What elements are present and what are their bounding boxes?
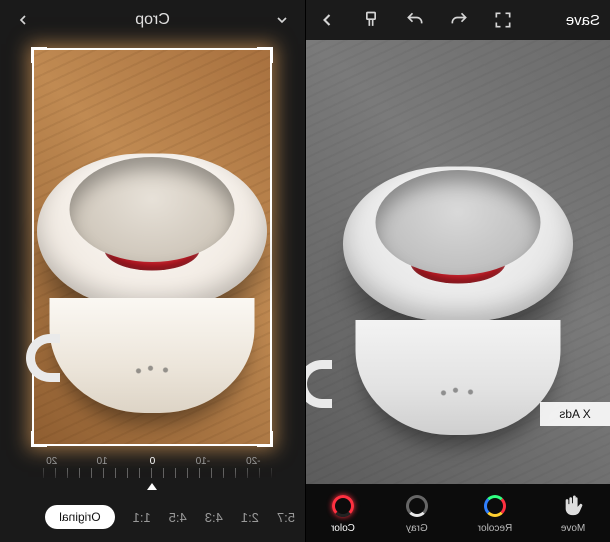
ratio-original[interactable]: Original xyxy=(45,505,114,529)
dial-tick: 10 xyxy=(97,456,108,467)
editor-canvas[interactable]: X Ads xyxy=(306,40,610,484)
crop-top-bar: Crop xyxy=(0,0,305,40)
ads-close-label[interactable]: X Ads xyxy=(540,402,610,426)
gray-icon xyxy=(404,493,430,519)
editor-top-bar: Save xyxy=(306,0,610,40)
aspect-ratio-bar: 5:7 2:1 4:3 4:5 1:1 Original xyxy=(0,492,305,542)
crop-title: Crop xyxy=(135,11,170,29)
tool-label: Recolor xyxy=(478,523,512,534)
fullscreen-icon[interactable] xyxy=(492,9,514,31)
tool-label: Color xyxy=(331,523,355,534)
tool-move[interactable]: Move xyxy=(560,493,586,534)
hand-icon xyxy=(560,493,586,519)
ratio-2-1[interactable]: 2:1 xyxy=(241,510,259,525)
chevron-right-icon[interactable] xyxy=(12,9,34,31)
redo-icon[interactable] xyxy=(404,9,426,31)
ratio-4-5[interactable]: 4:5 xyxy=(169,510,187,525)
crop-handle-tr[interactable] xyxy=(32,47,48,63)
rotation-dial[interactable]: -20 -10 0 10 20 xyxy=(0,448,305,492)
tool-color[interactable]: Color xyxy=(330,493,356,534)
crop-handle-bl[interactable] xyxy=(258,431,274,447)
ratio-1-1[interactable]: 1:1 xyxy=(133,510,151,525)
brush-icon[interactable] xyxy=(360,9,382,31)
color-icon xyxy=(330,493,356,519)
crop-panel: Crop -20 -10 0 10 20 5:7 xyxy=(0,0,305,542)
dial-pointer-icon xyxy=(148,483,158,490)
ratio-5-7[interactable]: 5:7 xyxy=(277,510,295,525)
tool-gray[interactable]: Gray xyxy=(404,493,430,534)
dial-tick: 0 xyxy=(150,456,156,467)
crop-canvas[interactable] xyxy=(0,40,305,448)
chevron-down-icon[interactable] xyxy=(271,9,293,31)
dial-tick: -20 xyxy=(246,456,260,467)
undo-icon[interactable] xyxy=(448,9,470,31)
crop-handle-tl[interactable] xyxy=(258,47,274,63)
photo-preview xyxy=(35,50,271,444)
tool-recolor[interactable]: Recolor xyxy=(478,493,512,534)
save-button[interactable]: Save xyxy=(566,12,600,29)
color-splash-panel: Save X Ads xyxy=(305,0,610,542)
crop-frame[interactable] xyxy=(33,48,273,446)
tool-label: Gray xyxy=(406,523,428,534)
ratio-4-3[interactable]: 4:3 xyxy=(205,510,223,525)
dial-tick: -10 xyxy=(196,456,210,467)
dial-tick: 20 xyxy=(46,456,57,467)
chevron-right-icon[interactable] xyxy=(316,9,338,31)
tool-label: Move xyxy=(561,523,585,534)
tool-bar: Move Recolor Gray Color xyxy=(306,484,610,542)
recolor-icon xyxy=(482,493,508,519)
crop-handle-br[interactable] xyxy=(32,431,48,447)
